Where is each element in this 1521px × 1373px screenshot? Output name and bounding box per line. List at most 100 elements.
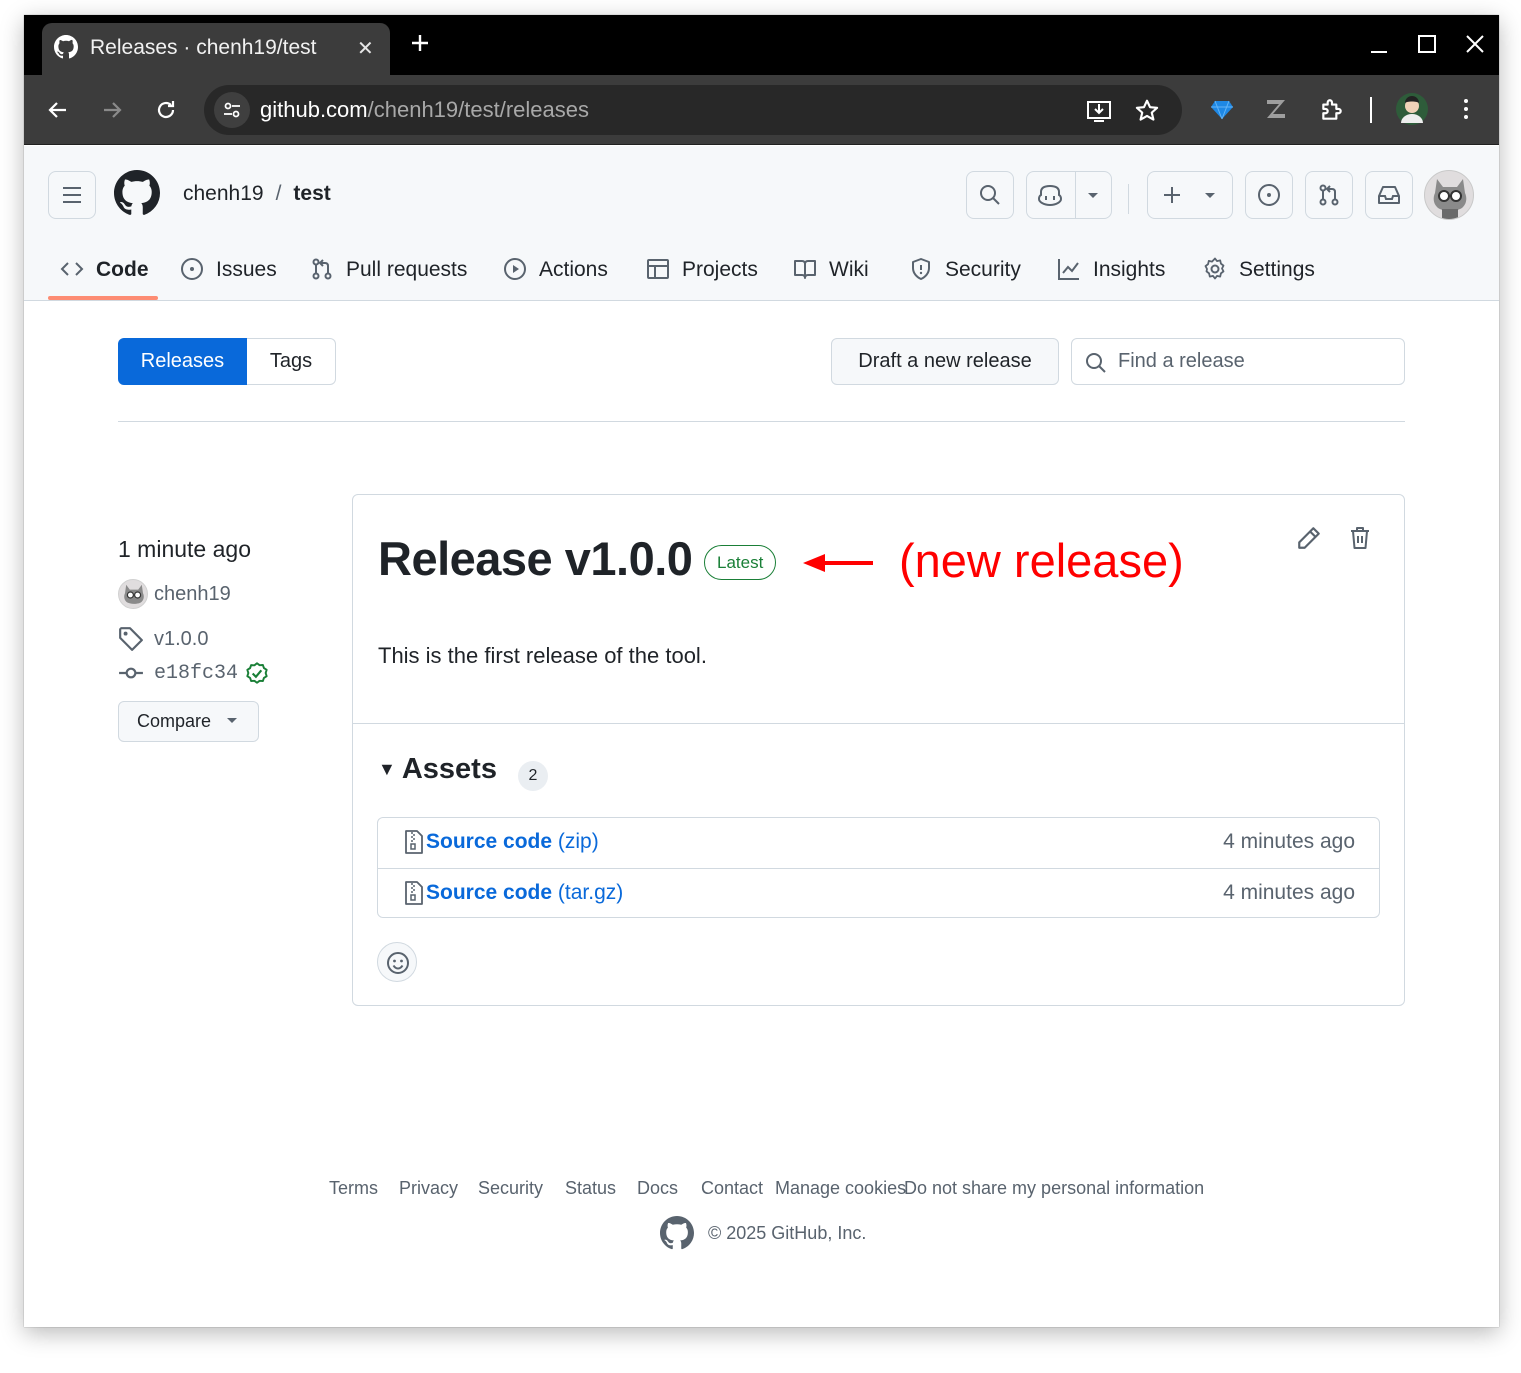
tab-close-icon[interactable]: ✕ [357,36,374,61]
smiley-icon [387,952,409,974]
edit-pencil-icon[interactable] [1296,525,1322,551]
footer-link-contact[interactable]: Contact [701,1178,763,1199]
pull-request-icon [1319,184,1339,206]
file-zip-icon [405,881,423,905]
repo-link[interactable]: test [293,182,330,205]
release-date: 1 minute ago [118,536,251,562]
asset-link[interactable]: Source code (tar.gz) [426,881,623,905]
close-window-icon[interactable] [1464,33,1486,55]
inbox-icon [1378,186,1400,204]
copilot-button[interactable] [1026,171,1112,219]
add-reaction-button[interactable] [377,942,417,982]
asset-time: 4 minutes ago [1223,881,1355,904]
active-tab-indicator [48,296,158,300]
verified-badge-icon [246,662,268,684]
browser-menu-icon[interactable] [1454,97,1478,121]
shield-icon [912,258,930,280]
footer-link-manage-cookies[interactable]: Manage cookies [775,1178,906,1199]
pull-requests-button[interactable] [1305,171,1353,219]
user-avatar[interactable] [1424,170,1474,220]
footer-link-terms[interactable]: Terms [329,1178,378,1199]
tab-pull-requests[interactable]: Pull requests [310,250,467,300]
bookmark-star-icon[interactable] [1134,98,1160,124]
reload-icon[interactable] [154,98,178,122]
github-header: chenh19/test Code Issues Pull requests A… [24,146,1499,301]
new-tab-button[interactable] [408,31,432,55]
profile-avatar-icon[interactable] [1396,93,1428,125]
tags-tab[interactable]: Tags [247,338,336,385]
back-icon[interactable] [46,98,70,122]
issue-icon [181,258,203,280]
tab-actions[interactable]: Actions [503,250,608,300]
browser-tab[interactable]: Releases · chenh19/test ✕ [42,23,390,75]
toolbar-divider [1370,97,1372,123]
author-name: chenh19 [154,582,231,605]
tab-title: Releases · chenh19/test [90,36,317,59]
issue-icon [1258,184,1280,206]
graph-icon [1058,259,1079,280]
github-logo-icon[interactable] [114,170,160,216]
releases-tab[interactable]: Releases [118,338,247,385]
tab-security[interactable]: Security [909,250,1021,300]
tab-code[interactable]: Code [60,250,149,300]
author-avatar [118,579,148,609]
list-item: Source code (zip) 4 minutes ago [378,818,1379,868]
site-settings-icon[interactable] [214,92,250,128]
release-title[interactable]: Release v1.0.0 [378,531,693,586]
search-icon [1086,353,1106,373]
url-text: github.com/chenh19/test/releases [260,97,589,122]
owner-link[interactable]: chenh19 [183,182,264,205]
maximize-icon[interactable] [1416,33,1438,55]
compare-button[interactable]: Compare [118,701,259,742]
tab-projects[interactable]: Projects [646,250,758,300]
address-bar[interactable]: github.com/chenh19/test/releases [204,85,1182,135]
tab-settings[interactable]: Settings [1203,250,1315,300]
release-tag[interactable]: v1.0.0 [118,626,208,652]
chevron-down-icon [1205,193,1215,198]
extensions-puzzle-icon[interactable] [1319,97,1345,123]
browser-window: Releases · chenh19/test ✕ github.com/che… [24,15,1499,1327]
install-app-icon[interactable] [1086,98,1112,124]
assets-toggle[interactable]: ▼ Assets [378,753,497,786]
chevron-down-icon [227,718,237,723]
z-extension-icon[interactable] [1264,97,1288,121]
file-zip-icon [405,830,423,854]
find-release-field[interactable] [1071,338,1405,385]
forward-icon[interactable] [100,98,124,122]
tab-wiki[interactable]: Wiki [793,250,869,300]
footer-link-do-not-share[interactable]: Do not share my personal information [904,1178,1204,1199]
tab-issues[interactable]: Issues [180,250,277,300]
footer-link-docs[interactable]: Docs [637,1178,678,1199]
table-icon [647,259,669,279]
commit-icon [119,667,143,679]
issues-button[interactable] [1245,171,1293,219]
create-new-button[interactable] [1147,171,1233,219]
release-author[interactable]: chenh19 [118,579,231,609]
releases-tags-switch: Releases Tags [118,338,336,385]
footer-link-security[interactable]: Security [478,1178,543,1199]
delete-trash-icon[interactable] [1348,525,1372,551]
footer-link-privacy[interactable]: Privacy [399,1178,458,1199]
caret-down-icon: ▼ [378,759,396,779]
plus-icon [1164,187,1180,203]
footer-copyright: © 2025 GitHub, Inc. [660,1216,866,1250]
draft-release-button[interactable]: Draft a new release [831,338,1059,385]
search-button[interactable] [966,171,1014,219]
divider [118,421,1405,422]
release-commit[interactable]: e18fc34 [118,660,270,686]
tab-insights[interactable]: Insights [1057,250,1165,300]
copilot-icon [1037,184,1063,207]
asset-link[interactable]: Source code (zip) [426,830,599,854]
book-icon [794,260,816,279]
latest-badge: Latest [704,545,777,580]
octocat-avatar-icon [1433,179,1467,219]
minimize-icon[interactable] [1368,33,1390,55]
hamburger-menu-button[interactable] [48,171,96,219]
gear-icon [1204,257,1225,280]
footer-link-status[interactable]: Status [565,1178,616,1199]
find-release-input[interactable] [1118,345,1388,378]
play-icon [504,258,526,280]
gem-extension-icon[interactable] [1210,97,1234,121]
inbox-button[interactable] [1365,171,1413,219]
github-logo-icon[interactable] [660,1216,694,1250]
